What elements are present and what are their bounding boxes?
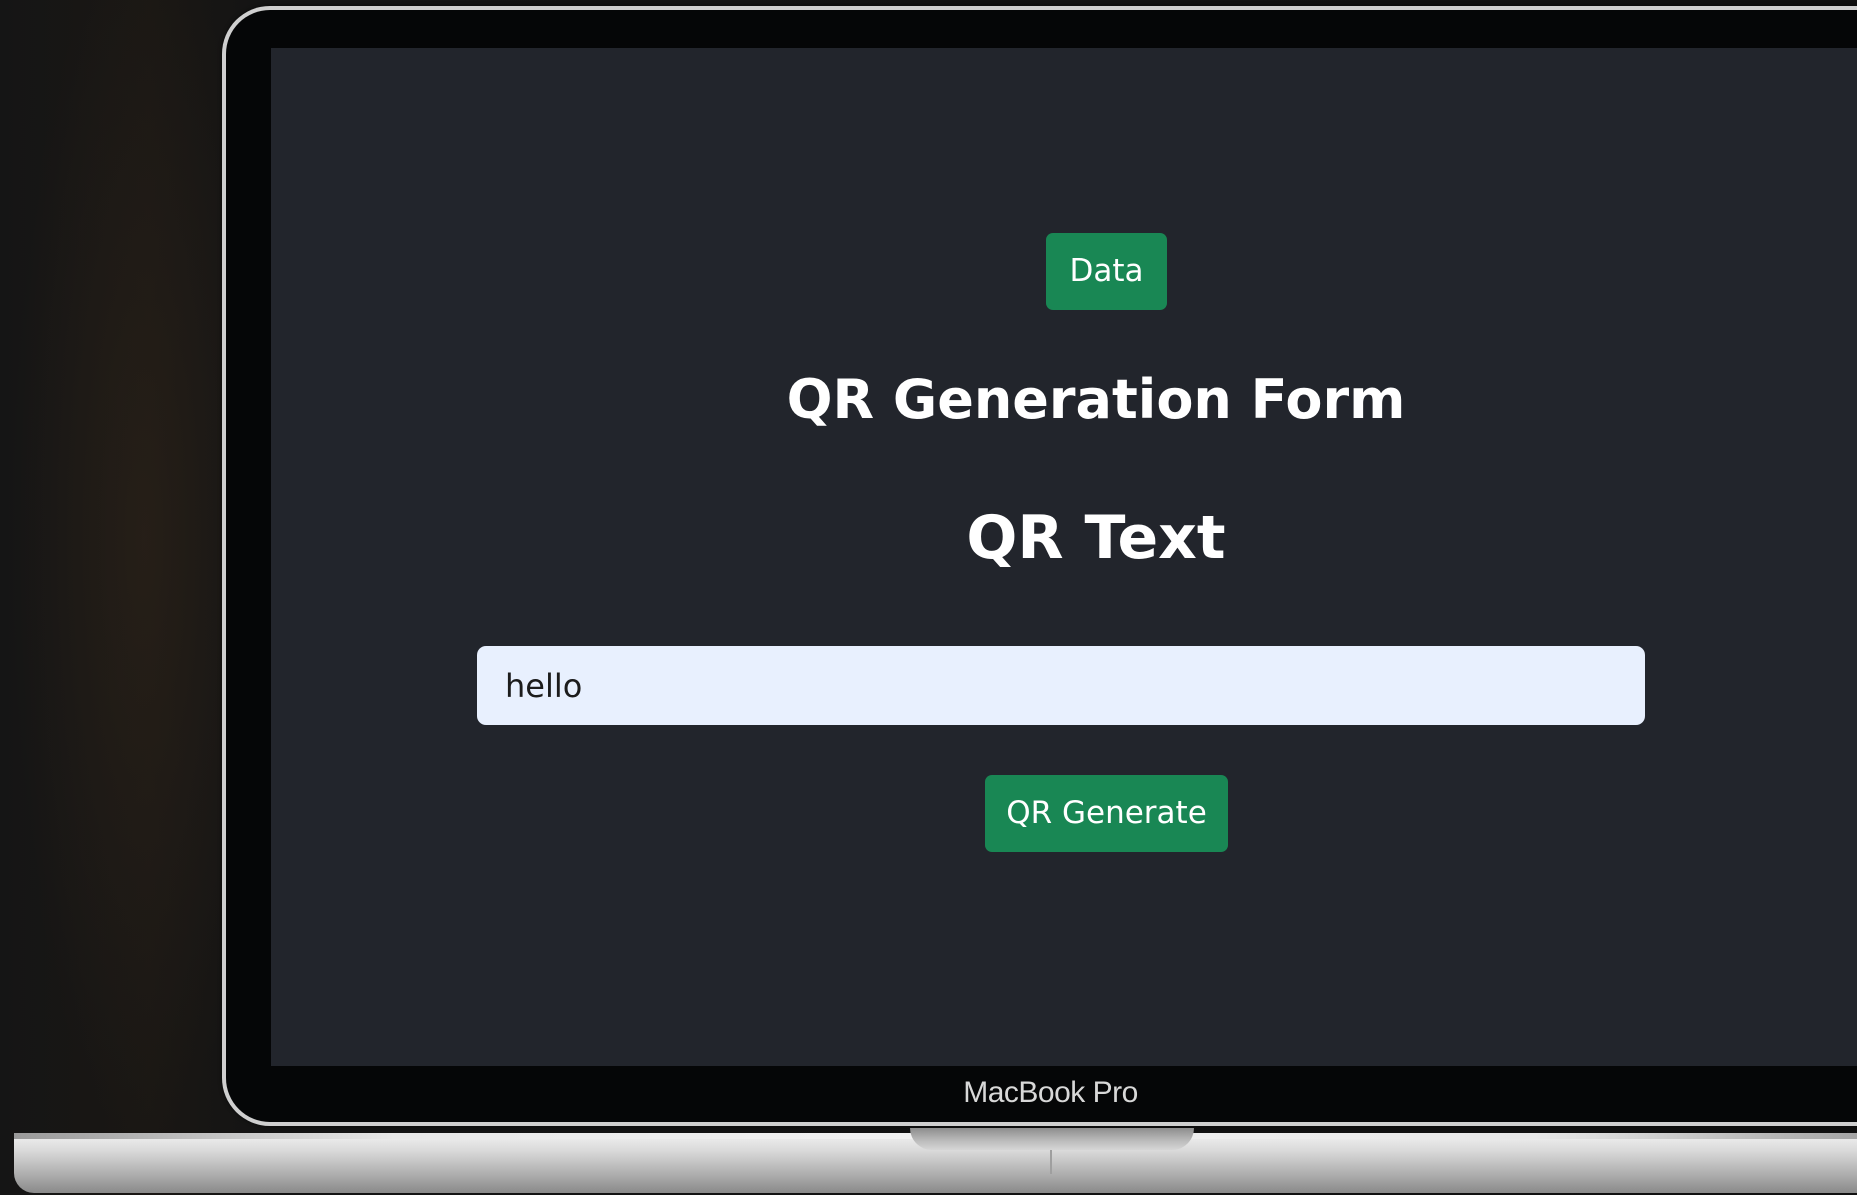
app-screen: Data QR Generation Form QR Text QR Gener… — [271, 48, 1857, 1066]
screen-bezel: Data QR Generation Form QR Text QR Gener… — [226, 10, 1857, 1122]
laptop-base-seam — [1050, 1150, 1052, 1174]
laptop-mockup-scene: Data QR Generation Form QR Text QR Gener… — [0, 0, 1857, 1195]
device-brand-label: MacBook Pro — [963, 1076, 1138, 1109]
qr-generate-button[interactable]: QR Generate — [985, 775, 1228, 852]
background-glow — [0, 0, 240, 1195]
qr-text-input[interactable] — [477, 646, 1645, 725]
laptop-hinge-notch — [910, 1128, 1194, 1150]
page-title: QR Generation Form — [786, 368, 1406, 431]
laptop-lid: Data QR Generation Form QR Text QR Gener… — [222, 6, 1857, 1126]
qr-text-heading: QR Text — [966, 503, 1226, 573]
data-button[interactable]: Data — [1046, 233, 1167, 310]
